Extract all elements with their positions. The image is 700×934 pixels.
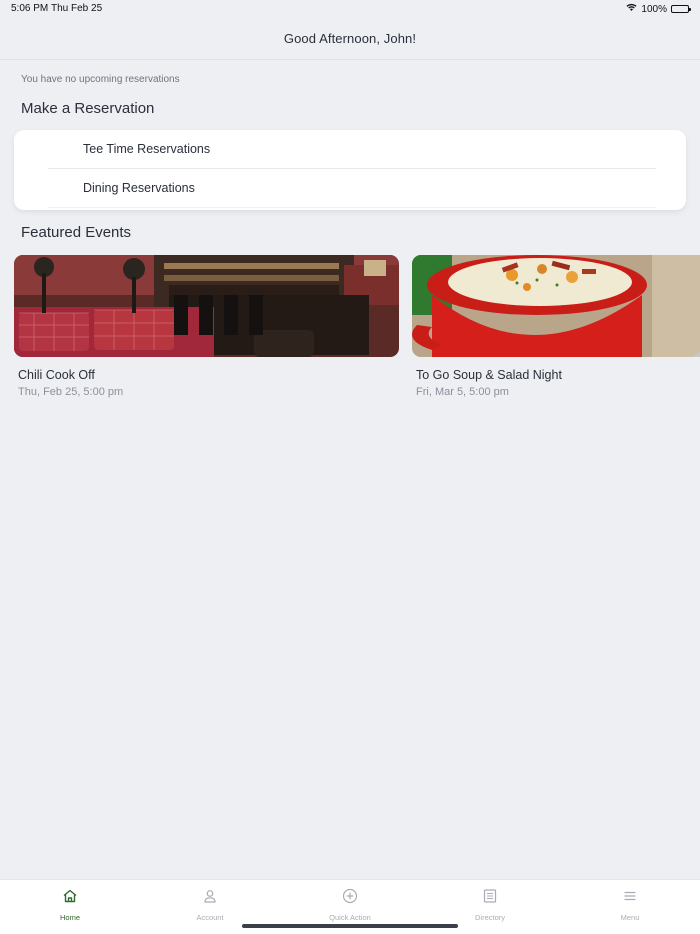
no-reservations-message: You have no upcoming reservations bbox=[21, 74, 180, 85]
status-date: Thu Feb 25 bbox=[51, 3, 103, 14]
featured-events-carousel[interactable]: Chili Cook Off Thu, Feb 25, 5:00 pm To G… bbox=[14, 255, 700, 405]
wifi-icon bbox=[626, 3, 637, 15]
event-title: Chili Cook Off bbox=[18, 368, 95, 382]
book-icon bbox=[482, 888, 498, 909]
event-date: Thu, Feb 25, 5:00 pm bbox=[18, 386, 124, 398]
status-indicators: 100% bbox=[626, 3, 691, 15]
home-screen: 5:06 PM Thu Feb 25 100% Good Afternoon, … bbox=[0, 0, 700, 934]
event-date: Fri, Mar 5, 5:00 pm bbox=[416, 386, 509, 398]
tab-label: Account bbox=[196, 913, 224, 922]
event-card[interactable]: Chili Cook Off Thu, Feb 25, 5:00 pm bbox=[14, 255, 399, 398]
tee-time-reservations-button[interactable]: Tee Time Reservations bbox=[48, 130, 656, 169]
event-image-lounge bbox=[14, 255, 399, 357]
featured-events-heading: Featured Events bbox=[21, 224, 132, 241]
home-icon bbox=[62, 888, 78, 909]
make-reservation-heading: Make a Reservation bbox=[21, 100, 155, 117]
tab-menu[interactable]: Menu bbox=[560, 888, 700, 922]
tab-label: Home bbox=[59, 913, 80, 922]
greeting-title: Good Afternoon, John! bbox=[283, 31, 417, 46]
tab-label: Directory bbox=[474, 913, 505, 922]
battery-icon bbox=[671, 5, 691, 13]
dining-reservations-button[interactable]: Dining Reservations bbox=[48, 169, 656, 208]
person-icon bbox=[202, 888, 218, 909]
tab-directory[interactable]: Directory bbox=[420, 888, 560, 922]
status-time: 5:06 PM bbox=[11, 3, 49, 14]
greeting-header: Good Afternoon, John! bbox=[0, 18, 700, 60]
tab-label: Quick Action bbox=[329, 913, 371, 922]
reservation-options-card: Tee Time Reservations Dining Reservation… bbox=[14, 130, 686, 210]
tab-quick-action[interactable]: Quick Action bbox=[280, 888, 420, 922]
tab-account[interactable]: Account bbox=[140, 888, 280, 922]
battery-percent: 100% bbox=[641, 3, 667, 15]
home-indicator[interactable] bbox=[242, 924, 458, 928]
dining-label: Dining Reservations bbox=[83, 181, 195, 195]
tab-label: Menu bbox=[620, 913, 640, 922]
status-bar: 5:06 PM Thu Feb 25 100% bbox=[0, 0, 700, 18]
event-card[interactable]: To Go Soup & Salad Night Fri, Mar 5, 5:0… bbox=[412, 255, 700, 398]
plus-circle-icon bbox=[342, 888, 358, 909]
tab-home[interactable]: Home bbox=[0, 888, 140, 922]
tee-time-label: Tee Time Reservations bbox=[83, 142, 211, 156]
event-image-soup bbox=[412, 255, 700, 357]
event-title: To Go Soup & Salad Night bbox=[416, 368, 562, 382]
hamburger-icon bbox=[622, 888, 638, 909]
